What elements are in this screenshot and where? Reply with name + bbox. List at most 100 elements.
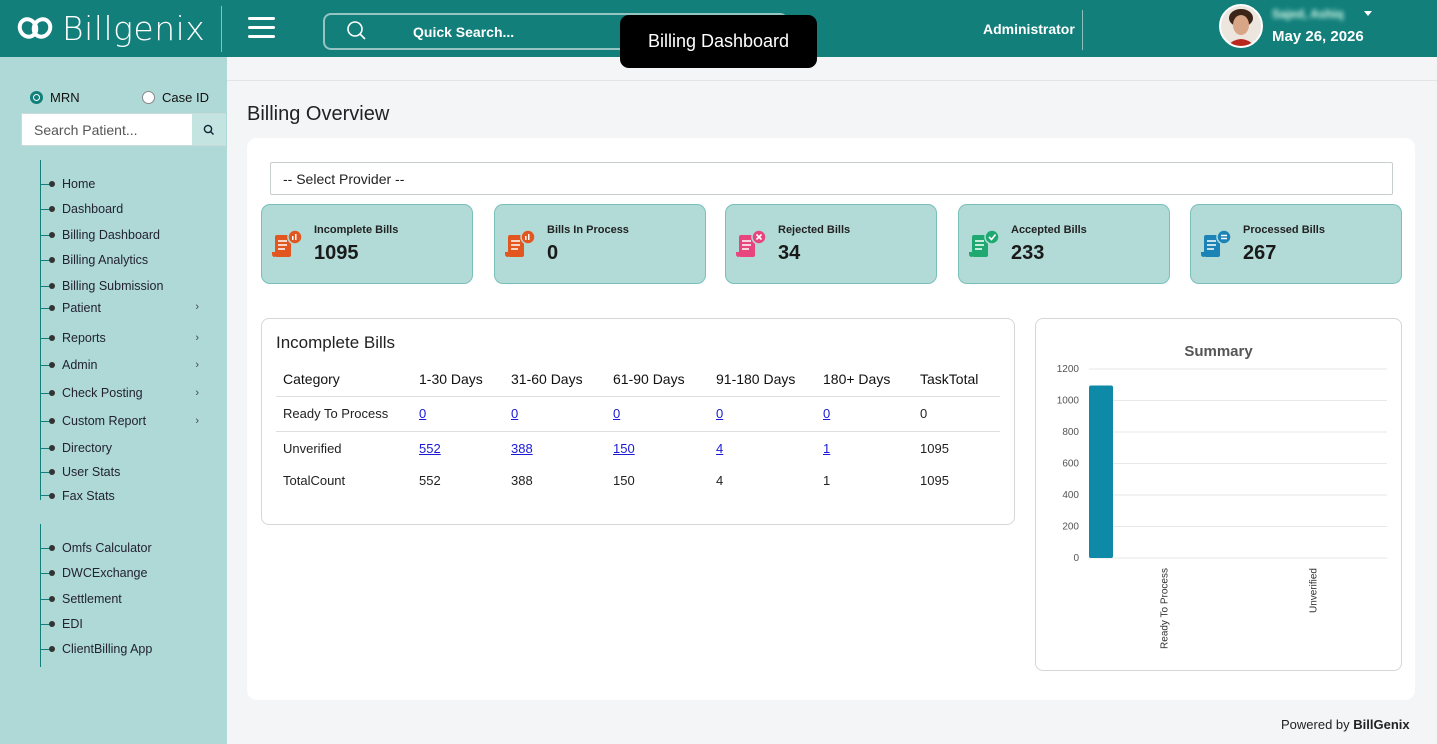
column-header: Category [283, 371, 340, 387]
provider-select[interactable]: -- Select Provider -- [270, 162, 1393, 195]
top-bar: Billgenix Billing Dashboard Administrato… [0, 0, 1437, 68]
table-title: Incomplete Bills [276, 333, 396, 352]
stat-card-rejected[interactable]: Rejected Bills 34 [725, 204, 937, 284]
sidebar-item-label: Dashboard [62, 202, 124, 216]
stat-card-accepted[interactable]: Accepted Bills 233 [958, 204, 1170, 284]
table-cell-link[interactable]: 552 [419, 441, 441, 456]
y-tick-label: 600 [1062, 459, 1079, 470]
table-cell: Unverified [283, 441, 342, 456]
page-tooltip: Billing Dashboard [620, 15, 817, 68]
patient-search-button[interactable] [192, 114, 226, 145]
table-cell-link[interactable]: 1 [823, 441, 830, 456]
stat-value: 34 [778, 242, 801, 264]
sidebar: MRN Case ID Home Dashboard Billing Dashb… [0, 57, 227, 744]
sidebar-item-label: Billing Dashboard [62, 228, 160, 242]
sidebar-item-label: Check Posting [62, 386, 143, 400]
radio-mrn-label: MRN [50, 90, 80, 105]
sidebar-item-check-posting[interactable]: Check Posting › [41, 383, 211, 403]
radio-caseid[interactable]: Case ID [142, 90, 209, 105]
sidebar-item-label: Admin [62, 358, 98, 372]
column-header: 1-30 Days [419, 371, 483, 387]
table-cell: 552 [419, 473, 441, 488]
column-header: 91-180 Days [716, 371, 796, 387]
sidebar-item-label: Settlement [62, 592, 122, 606]
sidebar-item-patient[interactable]: Patient › [41, 301, 211, 315]
table-cell: 1 [823, 473, 831, 488]
y-tick-label: 0 [1073, 553, 1079, 564]
footer-prefix: Powered by [1281, 717, 1350, 732]
sidebar-item-home[interactable]: Home [41, 174, 211, 194]
stat-card-processed[interactable]: Processed Bills 267 [1190, 204, 1402, 284]
radio-unchecked-icon [142, 91, 155, 104]
current-date: May 26, 2026 [1272, 28, 1364, 45]
sidebar-item-label: ClientBilling App [62, 642, 153, 656]
sidebar-item-omfs-calculator[interactable]: Omfs Calculator [41, 538, 211, 558]
stat-label: Bills In Process [547, 224, 629, 236]
user-photo-icon [1221, 6, 1261, 46]
table-cell-link[interactable]: 0 [419, 406, 426, 421]
chevron-down-icon[interactable] [1364, 11, 1372, 16]
divider [276, 431, 1000, 432]
bill-chart-icon [505, 229, 535, 257]
sidebar-item-edi[interactable]: EDI [41, 614, 211, 634]
sidebar-item-admin[interactable]: Admin › [41, 355, 211, 375]
user-role: Administrator [983, 21, 1075, 37]
chevron-right-icon: › [195, 415, 199, 427]
sidebar-item-custom-report[interactable]: Custom Report › [41, 411, 211, 431]
sidebar-item-label: Directory [62, 441, 113, 455]
sidebar-item-label: EDI [62, 617, 83, 631]
table-cell-link[interactable]: 0 [511, 406, 518, 421]
brand-logo[interactable]: Billgenix [13, 8, 205, 48]
table-cell-link[interactable]: 150 [613, 441, 635, 456]
bill-chart-icon [272, 229, 302, 257]
chart-bar[interactable] [1089, 385, 1113, 558]
bill-rejected-icon [736, 229, 766, 257]
sidebar-item-label: User Stats [62, 465, 121, 479]
footer: Powered by BillGenix [1281, 717, 1410, 732]
chevron-right-icon: › [195, 359, 199, 371]
column-header: TaskTotal [920, 371, 979, 387]
chevron-right-icon: › [195, 387, 199, 399]
table-cell-link[interactable]: 4 [716, 441, 723, 456]
stat-card-in-process[interactable]: Bills In Process 0 [494, 204, 706, 284]
sidebar-item-dwcexchange[interactable]: DWCExchange [41, 563, 211, 583]
patient-search-input[interactable] [22, 114, 192, 145]
footer-brand[interactable]: BillGenix [1353, 717, 1409, 732]
sidebar-item-reports[interactable]: Reports › [41, 328, 211, 348]
stat-card-incomplete[interactable]: Incomplete Bills 1095 [261, 204, 473, 284]
chevron-right-icon: › [195, 332, 199, 344]
radio-checked-icon [30, 91, 43, 104]
sidebar-item-billing-analytics[interactable]: Billing Analytics [41, 250, 211, 270]
table-cell: 4 [716, 473, 724, 488]
y-tick-label: 1200 [1057, 364, 1080, 375]
sidebar-item-fax-stats[interactable]: Fax Stats [41, 489, 211, 500]
sidebar-item-directory[interactable]: Directory [41, 438, 211, 458]
sidebar-item-label: Fax Stats [62, 489, 115, 500]
sidebar-item-dashboard[interactable]: Dashboard [41, 199, 211, 219]
menu-toggle-icon[interactable] [248, 17, 275, 39]
table-cell: 0 [920, 406, 928, 421]
sidebar-item-label: Omfs Calculator [62, 541, 152, 555]
chevron-right-icon: › [195, 301, 199, 313]
radio-mrn[interactable]: MRN [30, 90, 80, 105]
stat-label: Rejected Bills [778, 224, 851, 236]
user-name[interactable]: Sajed, Ashiq [1272, 7, 1344, 21]
stat-value: 1095 [314, 242, 359, 264]
sidebar-item-settlement[interactable]: Settlement [41, 589, 211, 609]
table-cell-link[interactable]: 0 [613, 406, 620, 421]
x-tick-label: Ready To Process [1160, 568, 1171, 649]
table-cell: 1095 [920, 441, 949, 456]
sidebar-item-user-stats[interactable]: User Stats [41, 462, 211, 482]
table-cell-link[interactable]: 0 [716, 406, 723, 421]
sidebar-item-label: Billing Submission [62, 279, 164, 293]
sidebar-item-billing-submission[interactable]: Billing Submission [41, 276, 211, 296]
sidebar-item-label: Billing Analytics [62, 253, 149, 267]
sidebar-item-billing-dashboard[interactable]: Billing Dashboard [41, 225, 211, 245]
logo-mark-icon [13, 13, 57, 43]
column-header: 31-60 Days [511, 371, 583, 387]
avatar[interactable] [1219, 4, 1263, 48]
stat-label: Incomplete Bills [314, 224, 399, 236]
sidebar-item-clientbilling-app[interactable]: ClientBilling App [41, 639, 211, 659]
table-cell-link[interactable]: 0 [823, 406, 830, 421]
table-cell-link[interactable]: 388 [511, 441, 533, 456]
